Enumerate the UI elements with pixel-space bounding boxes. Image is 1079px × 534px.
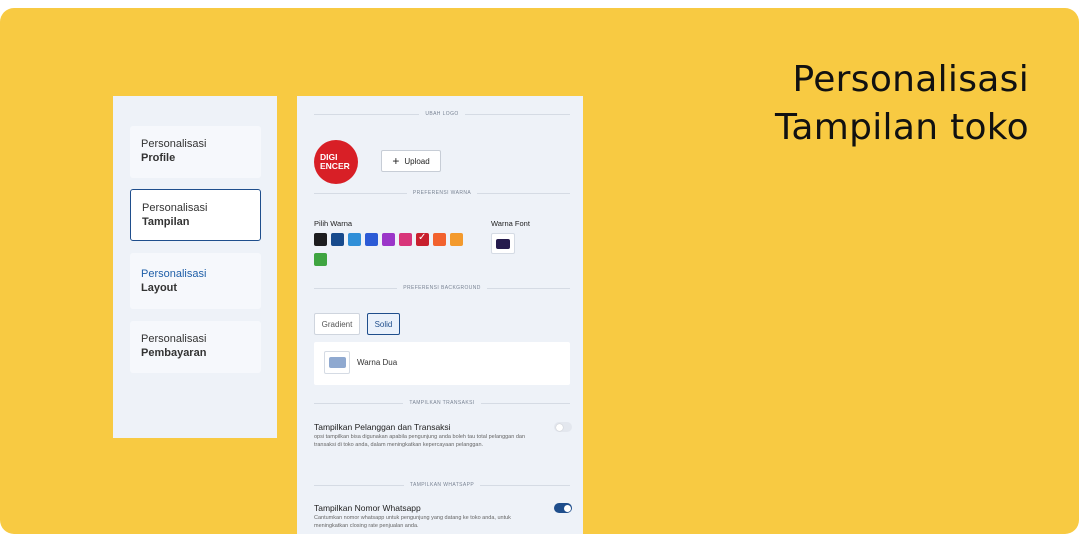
nav-item-label: Personalisasi — [141, 268, 207, 280]
show-whatsapp-title: Tampilkan Nomor Whatsapp — [314, 503, 421, 513]
font-color-swatch — [496, 238, 510, 249]
background-color-swatch — [328, 357, 346, 368]
promo-banner: Personalisasi Tampilan toko Personalisas… — [0, 8, 1079, 534]
upload-logo-button[interactable]: + Upload — [381, 150, 441, 172]
show-transaction-description: opsi tampilkan bisa digunakan apabila pe… — [314, 434, 526, 448]
appearance-settings-panel: UBAH LOGO DIGI ENCER + Upload PREFERENSI… — [297, 96, 583, 534]
color-swatch[interactable] — [399, 233, 412, 246]
toggle-knob — [555, 423, 563, 431]
color-swatch[interactable] — [433, 233, 446, 246]
section-title: TAMPILKAN TRANSAKSI — [409, 400, 475, 406]
font-color-label: Warna Font — [491, 219, 530, 228]
color-swatch[interactable] — [365, 233, 378, 246]
color-swatch[interactable] — [314, 253, 327, 266]
nav-item-tampilan[interactable]: Personalisasi Tampilan — [130, 189, 261, 241]
section-divider-color: PREFERENSI WARNA — [314, 188, 571, 198]
nav-item-sublabel: Tampilan — [142, 216, 190, 228]
headline-line-2: Tampilan toko — [775, 107, 1029, 148]
upload-label: Upload — [404, 156, 430, 166]
nav-item-sublabel: Profile — [141, 152, 176, 164]
background-color-row: Warna Dua — [314, 342, 570, 385]
show-transaction-title: Tampilkan Pelanggan dan Transaksi — [314, 422, 451, 432]
nav-item-profile[interactable]: Personalisasi Profile — [130, 126, 261, 178]
color-swatch[interactable] — [348, 233, 361, 246]
section-divider-whatsapp: TAMPILKAN WHATSAPP — [314, 480, 570, 490]
nav-item-layout[interactable]: Personalisasi Layout — [130, 253, 261, 309]
settings-nav: Personalisasi Profile Personalisasi Tamp… — [113, 96, 277, 438]
section-divider-transaction: TAMPILKAN TRANSAKSI — [314, 398, 570, 408]
section-divider-logo: UBAH LOGO — [314, 109, 570, 119]
show-transaction-toggle[interactable] — [554, 422, 572, 432]
headline: Personalisasi Tampilan toko — [775, 56, 1029, 152]
background-option-solid[interactable]: Solid — [367, 313, 400, 335]
show-whatsapp-description: Cantumkan nomor whatsapp untuk pengunjun… — [314, 515, 511, 529]
logo-line-2: ENCER — [320, 161, 350, 171]
color-swatch[interactable] — [331, 233, 344, 246]
color-swatch[interactable] — [450, 233, 463, 246]
section-divider-background: PREFERENSI BACKGROUND — [314, 283, 571, 293]
section-title: UBAH LOGO — [425, 111, 459, 117]
store-logo: DIGI ENCER — [314, 140, 358, 184]
nav-item-label: Personalisasi — [141, 138, 207, 150]
show-whatsapp-toggle[interactable] — [554, 503, 572, 513]
nav-item-pembayaran[interactable]: Personalisasi Pembayaran — [130, 321, 261, 373]
background-option-gradient[interactable]: Gradient — [314, 313, 360, 335]
background-color-picker[interactable] — [324, 351, 350, 374]
pick-color-label: Pilih Warna — [314, 219, 353, 228]
toggle-knob — [563, 504, 571, 512]
section-title: PREFERENSI BACKGROUND — [403, 285, 481, 291]
section-title: PREFERENSI WARNA — [412, 190, 472, 196]
plus-icon: + — [392, 154, 400, 168]
nav-item-sublabel: Layout — [141, 282, 178, 294]
color-swatch[interactable] — [416, 232, 429, 246]
font-color-picker[interactable] — [491, 233, 515, 254]
nav-item-sublabel: Pembayaran — [141, 347, 207, 359]
headline-line-1: Personalisasi — [792, 59, 1029, 100]
color-swatch[interactable] — [382, 233, 395, 246]
background-color-label: Warna Dua — [357, 358, 398, 367]
nav-item-label: Personalisasi — [142, 202, 208, 214]
section-title: TAMPILKAN WHATSAPP — [409, 482, 475, 488]
nav-item-label: Personalisasi — [141, 333, 207, 345]
color-swatch[interactable] — [314, 233, 327, 246]
